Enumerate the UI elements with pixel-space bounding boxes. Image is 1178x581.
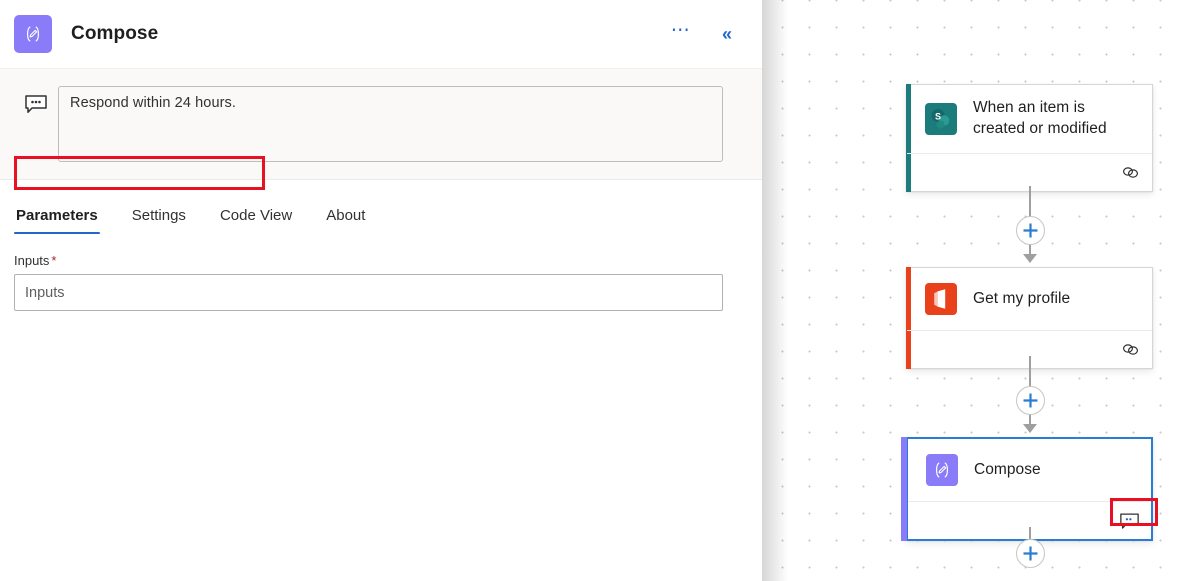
node-title: Get my profile — [973, 289, 1071, 307]
tab-settings[interactable]: Settings — [130, 207, 188, 234]
plus-icon — [1023, 393, 1038, 408]
node-title: When an item is created or modified — [973, 99, 1107, 137]
tab-code-view[interactable]: Code View — [218, 207, 294, 234]
link-icon-svg — [1122, 167, 1138, 178]
panel-header-actions: ⋯ « — [668, 18, 748, 51]
link-icon-svg — [1122, 344, 1138, 355]
sharepoint-icon-svg: S — [931, 108, 950, 129]
add-step-button-3[interactable] — [1016, 539, 1045, 568]
inputs-field[interactable] — [14, 274, 723, 311]
node-body: Compose — [908, 439, 1151, 501]
compose-glyph-svg — [935, 462, 949, 478]
tab-parameters[interactable]: Parameters — [14, 207, 100, 234]
svg-text:S: S — [935, 111, 941, 121]
add-step-button-2[interactable] — [1016, 386, 1045, 415]
connector-arrow-1 — [1023, 254, 1037, 263]
comment-band: Respond within 24 hours. — [0, 68, 762, 190]
panel-header: Compose ⋯ « — [0, 0, 762, 68]
node-body: Get my profile — [907, 268, 1152, 330]
flow-designer: Compose ⋯ « Respond within 24 hours. Par… — [0, 0, 1178, 581]
comment-text[interactable]: Respond within 24 hours. — [70, 95, 236, 111]
comment-icon-svg — [25, 95, 47, 113]
panel-tabs: Parameters Settings Code View About — [0, 180, 762, 234]
required-asterisk: * — [51, 253, 57, 268]
page-title: Compose — [71, 23, 159, 44]
parameters-form: Inputs * — [0, 234, 762, 311]
inputs-field-label: Inputs * — [14, 253, 748, 268]
link-icon[interactable] — [1120, 341, 1140, 359]
node-body: S When an item is created or modified — [907, 85, 1152, 153]
compose-icon — [14, 15, 52, 53]
more-options-button[interactable]: ⋯ — [668, 18, 694, 51]
tab-about[interactable]: About — [324, 207, 367, 234]
node-get-my-profile[interactable]: Get my profile — [906, 267, 1153, 369]
node-title: Compose — [974, 460, 1041, 478]
connector-arrow-2 — [1023, 424, 1037, 433]
inputs-label-text: Inputs — [14, 253, 50, 268]
node-accent-bar — [901, 437, 907, 541]
collapse-panel-button[interactable]: « — [714, 21, 740, 47]
node-when-an-item-is-created-or-modified[interactable]: S When an item is created or modified — [906, 84, 1153, 192]
plus-icon — [1023, 223, 1038, 238]
sharepoint-icon: S — [925, 102, 957, 135]
flow-canvas[interactable]: S When an item is created or modified Ge… — [762, 0, 1178, 581]
node-compose[interactable]: Compose — [901, 437, 1153, 541]
action-details-panel: Compose ⋯ « Respond within 24 hours. Par… — [0, 0, 762, 581]
link-icon[interactable] — [1120, 163, 1140, 181]
plus-icon — [1023, 546, 1038, 561]
office365-icon-svg — [934, 289, 946, 309]
office365-icon — [925, 283, 957, 315]
canvas-edge-shadow — [762, 0, 788, 581]
compose-icon — [926, 454, 958, 486]
comment-icon-svg — [1119, 512, 1139, 529]
comment-icon[interactable] — [1119, 512, 1139, 530]
add-step-button-1[interactable] — [1016, 216, 1045, 245]
comment-icon — [25, 95, 47, 113]
compose-glyph-svg — [26, 26, 40, 42]
